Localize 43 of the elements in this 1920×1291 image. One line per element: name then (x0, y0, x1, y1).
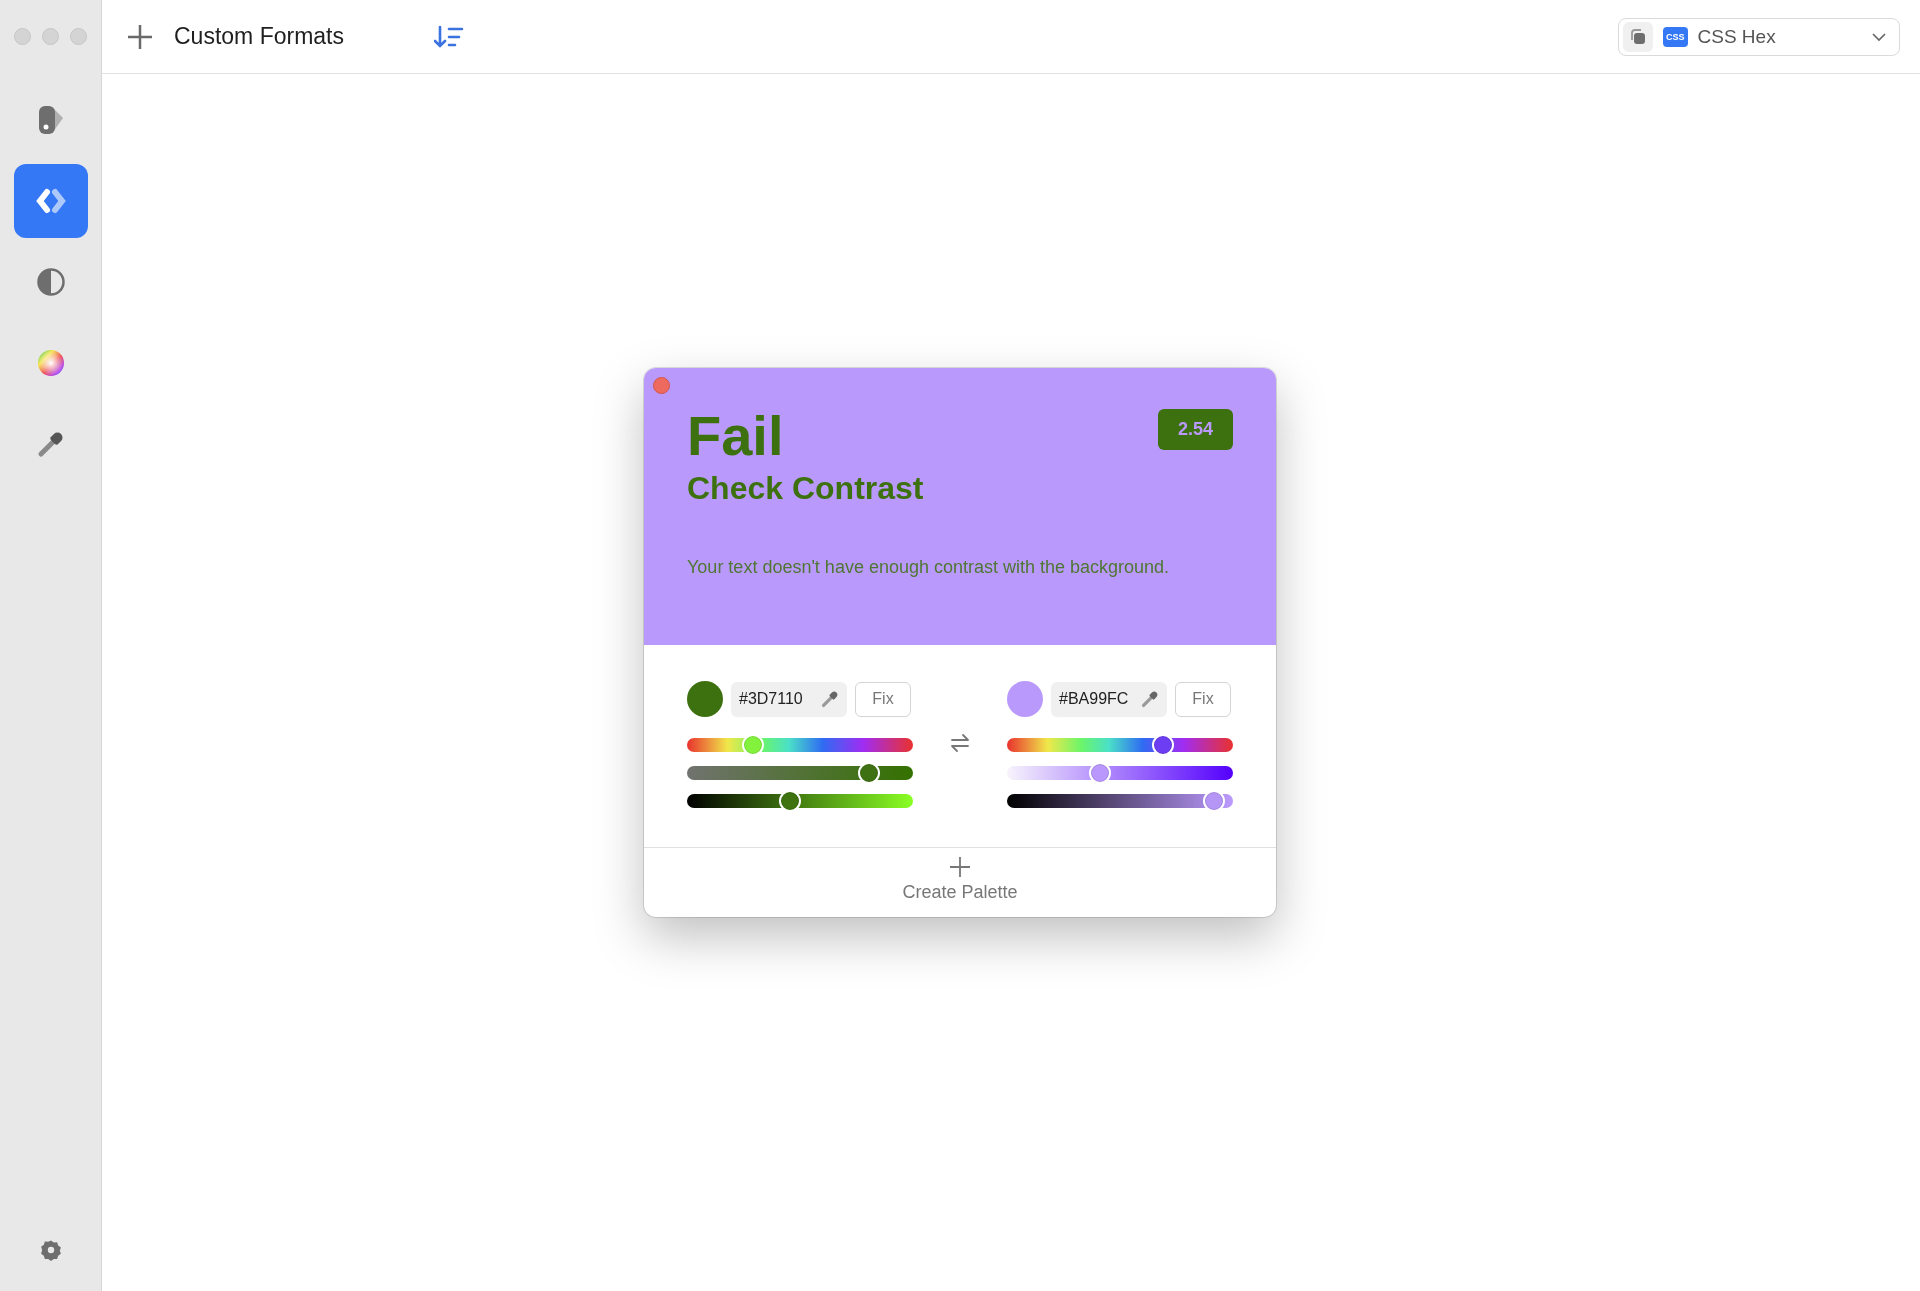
brightness-slider[interactable] (1007, 790, 1233, 812)
eyedropper-icon (36, 430, 65, 458)
fix-button[interactable]: Fix (1175, 681, 1231, 717)
contrast-ratio: 2.54 (1157, 409, 1233, 450)
hue-slider[interactable] (1007, 734, 1233, 756)
copy-icon (1628, 26, 1648, 47)
format-value: CSS Hex (1697, 25, 1777, 48)
hex-value: #3D7110 (739, 690, 803, 708)
swap-icon (950, 733, 970, 753)
settings-icon (39, 1239, 62, 1261)
color-swatch[interactable] (1007, 681, 1043, 717)
sort-button[interactable] (434, 24, 464, 49)
plus-icon (949, 856, 971, 878)
hex-field[interactable]: #3D7110 (731, 681, 847, 717)
verdict-text: Fail (687, 404, 785, 468)
plus-icon (126, 22, 154, 51)
slider-thumb[interactable] (858, 762, 881, 784)
brightness-slider[interactable] (687, 790, 913, 812)
sort-icon (434, 24, 464, 49)
color-swatch[interactable] (687, 681, 723, 717)
hex-field[interactable]: #BA99FC (1051, 681, 1167, 717)
result-message: Your text doesn't have enough contrast with the background. (687, 557, 1171, 578)
eyedropper-icon[interactable] (821, 690, 839, 708)
settings-button[interactable] (39, 1239, 62, 1261)
color-wheel-icon (35, 348, 66, 378)
saturation-slider[interactable] (687, 762, 913, 784)
hue-slider[interactable] (687, 734, 913, 756)
saturation-slider[interactable] (1007, 762, 1233, 784)
window-title: Custom Formats (174, 23, 344, 50)
hex-value: #BA99FC (1059, 690, 1129, 708)
sidebar-item[interactable] (13, 164, 88, 238)
chevron-icon (1871, 31, 1887, 42)
contrast-icon (35, 267, 66, 297)
swap-button[interactable] (950, 733, 970, 753)
format-dropdown[interactable]: CSS CSS Hex (1618, 17, 1900, 56)
eyedropper-icon[interactable] (1141, 690, 1159, 708)
panel-title: Check Contrast (687, 470, 924, 507)
add-button[interactable] (126, 22, 154, 51)
create-palette-button[interactable]: Create Palette (902, 856, 1018, 903)
css-badge: CSS (1663, 26, 1688, 47)
fix-button[interactable]: Fix (855, 681, 911, 717)
slider-thumb[interactable] (778, 790, 801, 812)
copy-button[interactable] (1623, 21, 1653, 52)
